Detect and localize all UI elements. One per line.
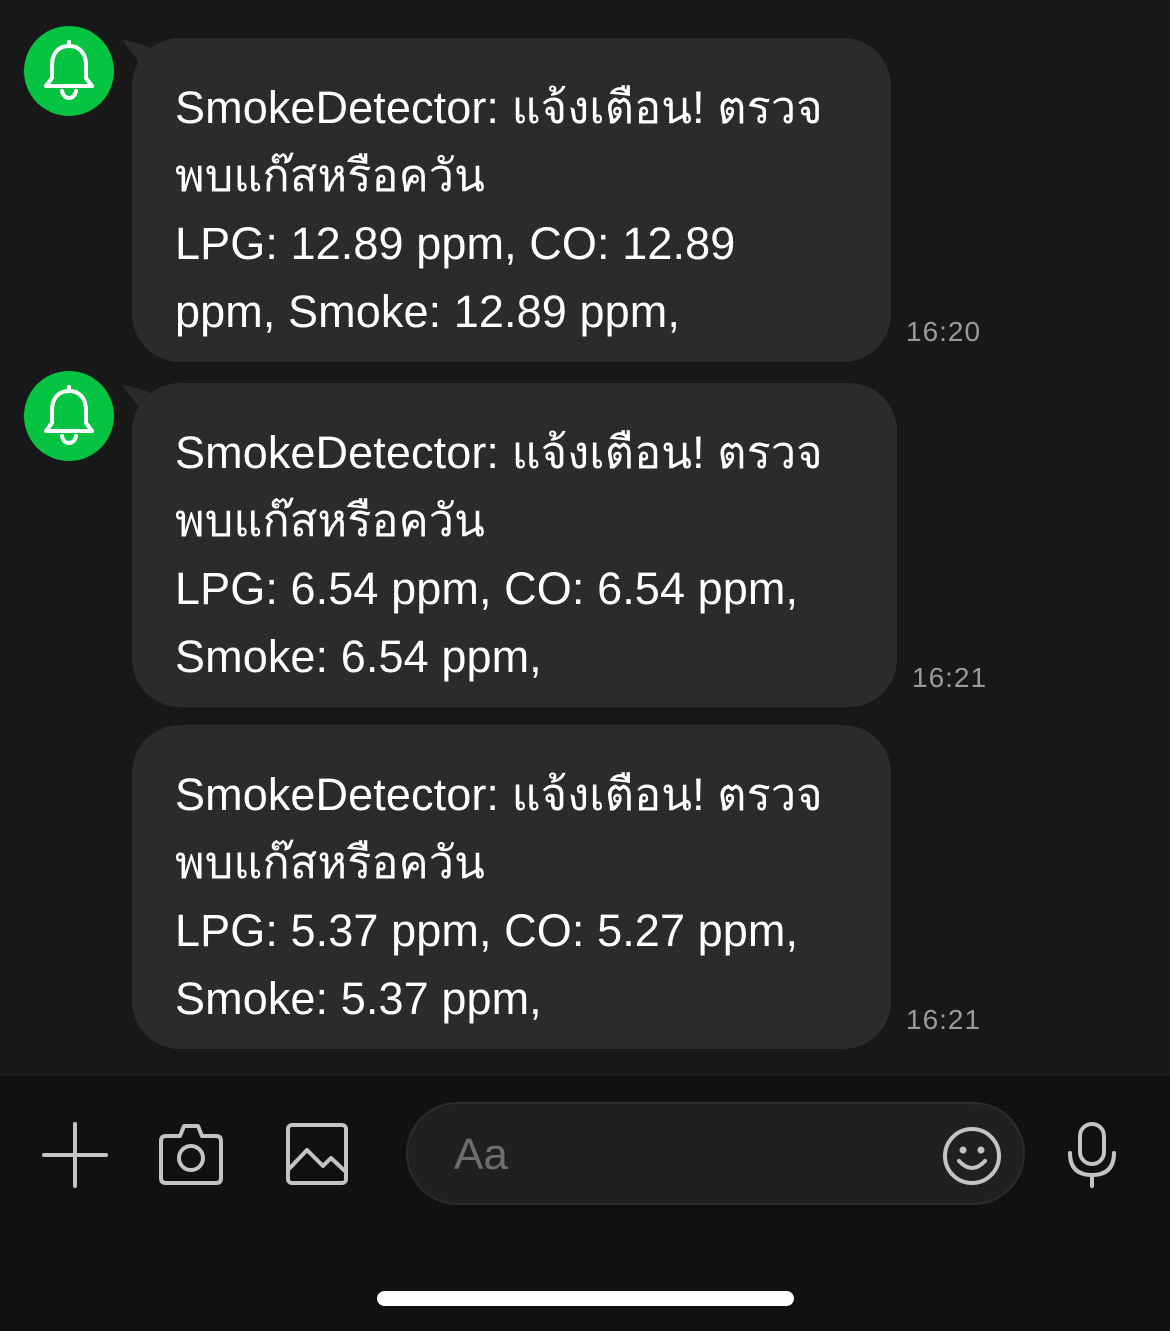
plus-icon xyxy=(42,1122,108,1188)
message-bubble[interactable]: SmokeDetector: แจ้งเตือน! ตรวจ พบแก๊สหรื… xyxy=(132,383,897,707)
sender-avatar[interactable] xyxy=(24,26,114,116)
emoji-icon xyxy=(943,1127,1001,1185)
message-timestamp: 16:21 xyxy=(906,1004,982,1035)
add-button[interactable] xyxy=(38,1118,112,1192)
bell-icon xyxy=(44,385,94,446)
camera-button[interactable] xyxy=(156,1120,226,1188)
message-input-field[interactable] xyxy=(406,1102,1025,1205)
message-bubble[interactable]: SmokeDetector: แจ้งเตือน! ตรวจ พบแก๊สหรื… xyxy=(132,38,891,362)
message-timestamp: 16:21 xyxy=(912,662,988,693)
message-bubble[interactable]: SmokeDetector: แจ้งเตือน! ตรวจ พบแก๊สหรื… xyxy=(132,725,891,1049)
image-icon xyxy=(286,1123,348,1185)
microphone-icon xyxy=(1068,1122,1116,1188)
message-text: SmokeDetector: แจ้งเตือน! ตรวจ พบแก๊สหรื… xyxy=(175,82,823,337)
sender-avatar[interactable] xyxy=(24,371,114,461)
camera-icon xyxy=(159,1124,223,1185)
emoji-button[interactable] xyxy=(940,1124,1004,1188)
gallery-button[interactable] xyxy=(282,1120,352,1188)
message-input[interactable] xyxy=(452,1124,926,1186)
bell-icon xyxy=(44,40,94,101)
chat-message-list[interactable]: SmokeDetector: แจ้งเตือน! ตรวจ พบแก๊สหรื… xyxy=(0,0,1170,1076)
message-text: SmokeDetector: แจ้งเตือน! ตรวจ พบแก๊สหรื… xyxy=(175,427,823,682)
home-indicator[interactable] xyxy=(377,1291,794,1306)
message-text: SmokeDetector: แจ้งเตือน! ตรวจ พบแก๊สหรื… xyxy=(175,769,823,1024)
voice-button[interactable] xyxy=(1060,1118,1124,1192)
message-timestamp: 16:20 xyxy=(906,316,982,347)
